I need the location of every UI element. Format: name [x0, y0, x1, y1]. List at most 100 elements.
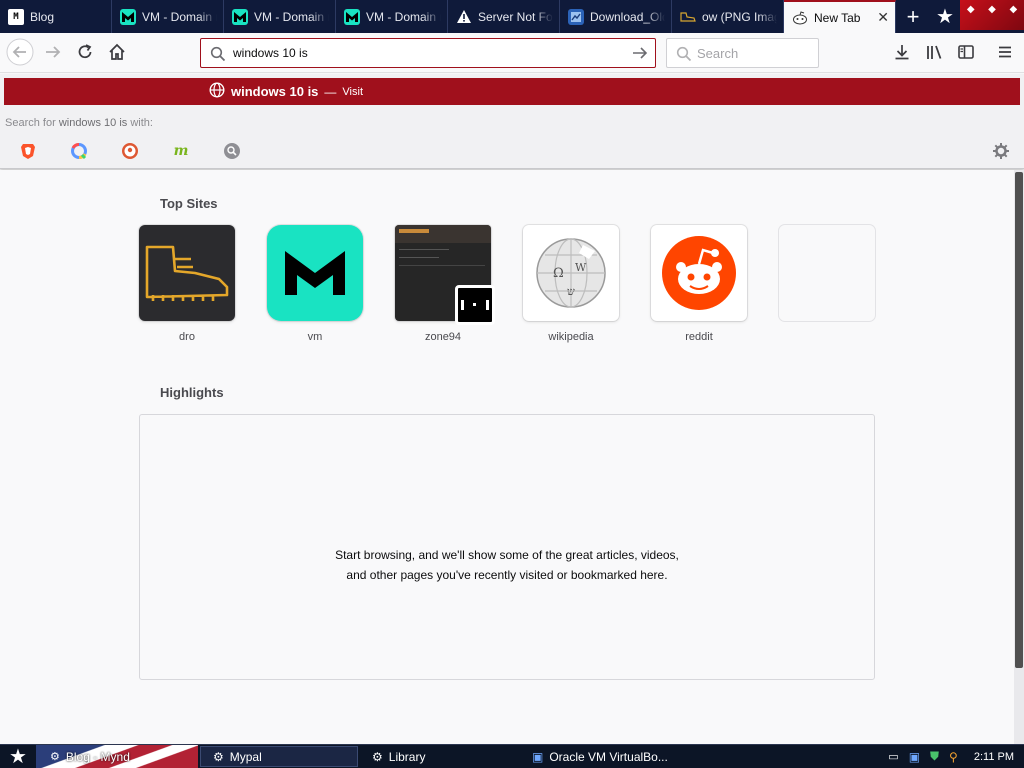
duckduckgo-icon[interactable]	[116, 140, 144, 162]
top-site-label: dro	[179, 331, 195, 343]
window-controls: ◆ ◆ ◆	[960, 0, 1024, 30]
autocomplete-result-row[interactable]: windows 10 is — Visit	[4, 78, 1020, 105]
autocomplete-title: windows 10 is	[231, 84, 319, 99]
home-button[interactable]	[102, 37, 132, 67]
tab-label: ow (PNG Image	[702, 9, 777, 24]
taskbar-item-label: Blog - Mynd	[65, 749, 130, 764]
tab-server-not-found[interactable]: Server Not Fo	[448, 0, 560, 33]
top-site-tile[interactable]: reddit	[651, 225, 747, 343]
maximize-icon[interactable]: ◆	[988, 4, 996, 15]
forward-button[interactable]	[38, 37, 68, 67]
sidebar-button[interactable]	[951, 37, 981, 67]
virtualbox-app-icon: ▣	[532, 749, 544, 764]
medium-icon: M	[8, 8, 24, 25]
navigation-toolbar	[0, 33, 1024, 73]
mypal-app-icon: ⚙	[213, 749, 224, 764]
firefox-app-icon: ⚙	[50, 751, 60, 763]
address-bar[interactable]	[200, 38, 656, 68]
tab-download-old[interactable]: Download_Old	[560, 0, 672, 33]
download-page-icon	[568, 8, 584, 25]
mojeek-icon[interactable]: m	[167, 140, 195, 162]
library-icon	[927, 45, 942, 59]
empty-tile-placeholder	[779, 225, 875, 321]
top-sites-title: Top Sites	[160, 196, 218, 211]
svg-text:ש: ש	[567, 285, 575, 298]
search-bar[interactable]	[666, 38, 819, 68]
tab-vm-domain[interactable]: VM - Domain m	[336, 0, 448, 33]
top-site-tile[interactable]: ΩWש wikipedia	[523, 225, 619, 343]
top-site-label: wikipedia	[548, 331, 594, 343]
pong-icon	[455, 285, 495, 325]
back-button[interactable]	[5, 37, 35, 67]
tab-vm-domain[interactable]: VM - Domain m	[224, 0, 336, 33]
svg-text:W: W	[575, 261, 587, 274]
highlights-message: Start browsing, and we'll show some of t…	[335, 548, 679, 582]
taskbar-item-library[interactable]: ⚙ Library	[360, 746, 520, 767]
shield-icon[interactable]: ⛊	[930, 749, 939, 764]
top-site-label: vm	[307, 331, 323, 343]
top-site-empty-slot	[779, 225, 875, 331]
reddit-alien-icon	[792, 10, 808, 26]
taskbar-item-mypal[interactable]: ⚙ Mypal	[200, 746, 358, 767]
top-site-tile[interactable]: zone94	[395, 225, 495, 343]
top-site-label: reddit	[685, 331, 713, 343]
vm-icon	[344, 8, 360, 25]
network-icon[interactable]: ▣	[909, 750, 920, 764]
forward-arrow-icon	[46, 46, 61, 58]
tab-label: Server Not Fo	[478, 9, 553, 24]
clock: 2:11 PM	[973, 750, 1014, 763]
top-site-label: zone94	[424, 331, 462, 343]
sidebar-icon	[958, 45, 974, 59]
all-tabs-button[interactable]: ★	[930, 0, 960, 33]
home-icon	[109, 43, 125, 60]
reload-button[interactable]	[70, 37, 100, 67]
star-icon: ★	[936, 6, 954, 28]
search-icon[interactable]: ⚲	[949, 750, 958, 764]
start-button[interactable]: ★	[0, 745, 36, 768]
tab-label: VM - Domain m	[366, 9, 441, 24]
vm-icon	[120, 8, 136, 25]
search-with-label: Search for windows 10 is with:	[5, 117, 153, 129]
menu-button[interactable]	[990, 37, 1020, 67]
globe-icon	[209, 82, 225, 101]
address-input[interactable]	[233, 43, 623, 63]
autocomplete-action: Visit	[342, 85, 364, 98]
page-scrollbar[interactable]	[1014, 170, 1024, 744]
tab-blog[interactable]: M Blog	[0, 0, 112, 33]
star-icon: ★	[9, 746, 27, 768]
download-icon	[895, 45, 909, 60]
taskbar-item-label: Library	[388, 749, 426, 764]
tab-vm-domain[interactable]: VM - Domain m	[112, 0, 224, 33]
top-site-tile[interactable]: vm	[267, 225, 363, 343]
qwant-icon[interactable]	[65, 140, 93, 162]
new-tab-content: Top Sites dro vm zone94 ΩWש wikipedia re…	[0, 170, 1014, 744]
tab-new-tab[interactable]: New Tab ✕	[784, 0, 896, 33]
new-tab-button[interactable]: +	[896, 0, 930, 33]
taskbar-item-virtualbox[interactable]: ▣ Oracle VM VirtualBo...	[520, 746, 680, 767]
svg-text:Ω: Ω	[553, 266, 564, 281]
brave-icon[interactable]	[14, 140, 42, 162]
search-settings-gear-icon[interactable]	[992, 142, 1010, 163]
library-button[interactable]	[919, 37, 949, 67]
taskbar-item-label: Oracle VM VirtualBo...	[549, 749, 668, 764]
close-window-icon[interactable]: ◆	[1009, 4, 1017, 15]
minimize-icon[interactable]: ◆	[967, 4, 975, 15]
search-input[interactable]	[697, 44, 812, 62]
highlights-title: Highlights	[160, 385, 224, 400]
downloads-button[interactable]	[887, 37, 917, 67]
search-with-suffix: with:	[130, 117, 153, 129]
scrollbar-thumb[interactable]	[1015, 172, 1023, 668]
wikipedia-globe-icon: ΩWש	[523, 225, 619, 321]
tab-label: Download_Old	[590, 9, 665, 24]
tab-label: Blog	[30, 9, 55, 24]
close-tab-icon[interactable]: ✕	[877, 9, 889, 26]
taskbar-item-blog[interactable]: ⚙ Blog - Mynd	[36, 745, 198, 768]
plus-icon: +	[906, 3, 920, 29]
top-site-tile[interactable]: dro	[139, 225, 235, 343]
one-off-search-engines: m	[14, 140, 246, 162]
tab-png-image[interactable]: ow (PNG Image	[672, 0, 784, 33]
vm-logo-icon	[267, 225, 363, 321]
keyboard-icon[interactable]: ▭	[888, 750, 898, 763]
search-engine-icon[interactable]	[218, 140, 246, 162]
go-arrow-icon[interactable]	[631, 45, 649, 64]
